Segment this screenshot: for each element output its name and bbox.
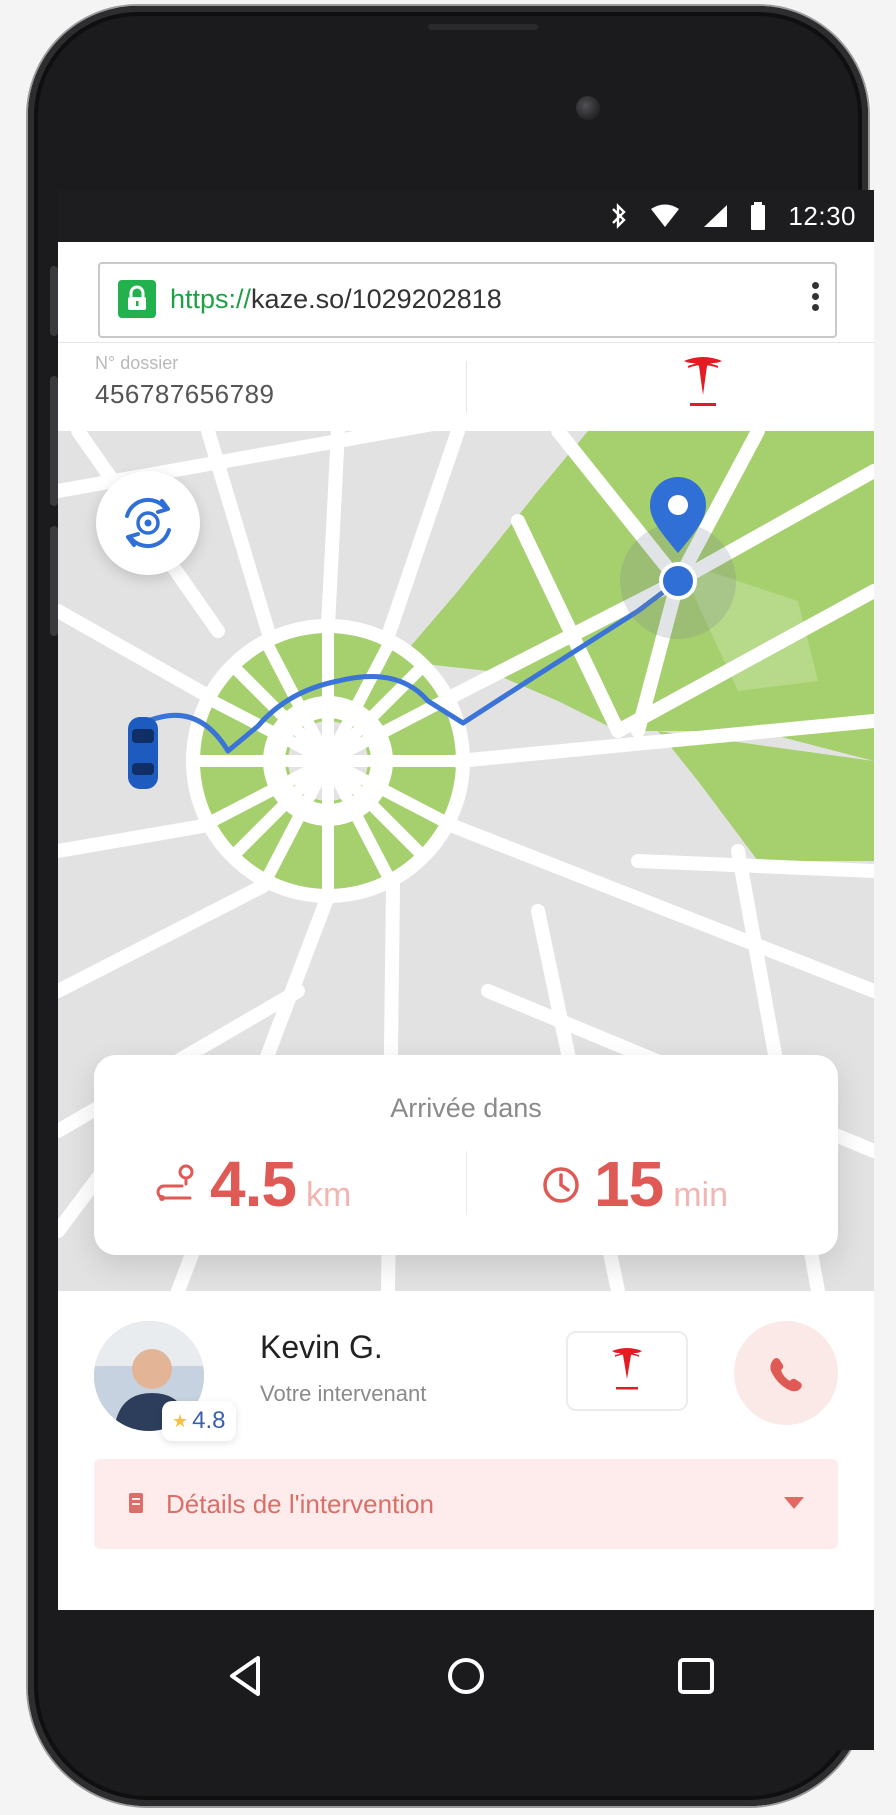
url-text: https://kaze.so/1029202818 [170, 284, 502, 315]
browser-toolbar: https://kaze.so/1029202818 [58, 242, 874, 343]
star-icon: ★ [172, 1410, 189, 1431]
tesla-logo [684, 357, 722, 406]
details-toggle[interactable]: Détails de l'intervention [94, 1459, 838, 1549]
eta-card: Arrivée dans 4.5 km 15 min [94, 1055, 838, 1255]
clock-icon [543, 1167, 579, 1203]
divider [466, 361, 467, 413]
power-button [50, 526, 58, 636]
volume-button [50, 376, 58, 506]
call-button[interactable] [734, 1321, 838, 1425]
back-icon[interactable] [218, 1648, 274, 1704]
phone-icon [770, 1358, 802, 1392]
time-unit: min [673, 1176, 728, 1214]
eta-title: Arrivée dans [390, 1093, 542, 1123]
more-options-icon[interactable] [805, 278, 825, 322]
signal-icon [704, 205, 728, 227]
dossier-header: N° dossier 456787656789 [58, 343, 874, 431]
front-camera [576, 96, 600, 120]
dossier-number: 456787656789 [95, 379, 275, 409]
recents-icon[interactable] [668, 1648, 724, 1704]
technician-name: Kevin G. [260, 1329, 383, 1365]
eta-time: 15 min [538, 1147, 728, 1223]
distance-value: 4.5 [210, 1148, 297, 1220]
distance-unit: km [305, 1176, 352, 1214]
recenter-button[interactable] [96, 471, 200, 575]
phone-screen: 12:30 https://kaze.so/1029202818 N° doss… [58, 190, 874, 1610]
technician-panel: ★ 4.8 Kevin G. Votre intervenant Détails… [58, 1291, 874, 1610]
technician-role: Votre intervenant [260, 1381, 427, 1406]
system-navigation-bar [58, 1610, 874, 1750]
destination-dot [659, 562, 697, 600]
dossier-label: N° dossier [95, 353, 179, 373]
status-time: 12:30 [788, 200, 856, 231]
address-bar[interactable]: https://kaze.so/1029202818 [98, 262, 837, 338]
battery-icon [751, 202, 766, 230]
earpiece-speaker [428, 24, 538, 30]
divider [466, 1151, 467, 1215]
route-icon [156, 1164, 194, 1201]
url-scheme: https:// [170, 284, 252, 314]
rating-badge: ★ 4.8 [162, 1401, 236, 1441]
status-bar: 12:30 [58, 190, 874, 242]
brand-card [566, 1331, 688, 1411]
url-path: kaze.so/1029202818 [251, 284, 502, 314]
document-icon [129, 1493, 143, 1513]
recenter-icon [125, 497, 171, 549]
eta-distance: 4.5 km [154, 1147, 351, 1223]
home-icon[interactable] [438, 1648, 494, 1704]
details-label: Détails de l'intervention [166, 1489, 434, 1519]
rating-value: 4.8 [192, 1407, 226, 1434]
bluetooth-icon [612, 203, 627, 229]
volume-button [50, 266, 58, 336]
car-icon [128, 717, 158, 789]
lock-icon [118, 280, 156, 318]
chevron-down-icon [784, 1497, 804, 1509]
wifi-icon [651, 204, 680, 227]
time-value: 15 [594, 1148, 664, 1220]
tesla-logo [612, 1348, 642, 1390]
